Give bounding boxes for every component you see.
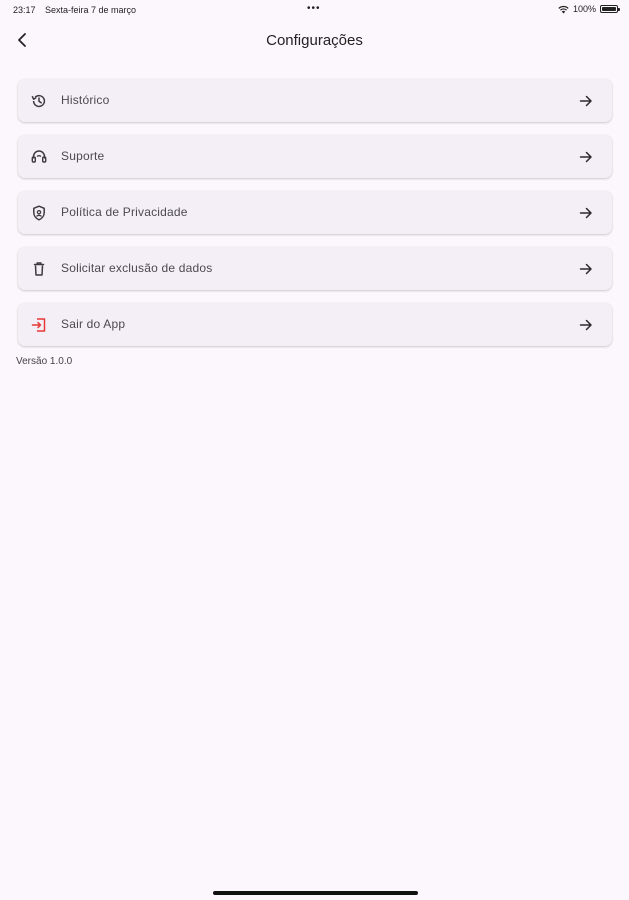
- menu-item-label: Solicitar exclusão de dados: [61, 261, 213, 275]
- arrow-right-icon: [579, 207, 592, 219]
- menu-item-label: Histórico: [61, 93, 110, 107]
- app-version: Versão 1.0.0: [16, 356, 73, 367]
- page-title: Configurações: [266, 32, 363, 49]
- menu-item-exclusao-dados[interactable]: Solicitar exclusão de dados: [18, 247, 612, 290]
- arrow-right-icon: [579, 263, 592, 275]
- menu-item-politica-privacidade[interactable]: Política de Privacidade: [18, 191, 612, 234]
- support-icon: [31, 150, 47, 163]
- menu-item-label: Sair do App: [61, 317, 126, 331]
- status-date: Sexta-feira 7 de março: [45, 5, 137, 15]
- menu-item-suporte[interactable]: Suporte: [18, 135, 612, 178]
- status-right: 100%: [558, 4, 620, 14]
- menu-item-label: Política de Privacidade: [61, 205, 188, 219]
- wifi-icon: [558, 5, 569, 13]
- home-indicator[interactable]: [213, 891, 418, 895]
- arrow-right-icon: [579, 151, 592, 163]
- menu-item-historico[interactable]: Histórico: [18, 79, 612, 122]
- history-icon: [31, 94, 46, 108]
- battery-icon: [600, 5, 620, 13]
- trash-icon: [33, 262, 45, 276]
- logout-icon: [31, 318, 46, 332]
- menu-item-label: Suporte: [61, 149, 105, 163]
- settings-menu: Histórico Suporte Política de Privacidad…: [18, 79, 612, 359]
- menu-item-sair-app[interactable]: Sair do App: [18, 303, 612, 346]
- battery-percentage: 100%: [572, 4, 596, 14]
- status-time: 23:17: [13, 5, 36, 15]
- status-bar: 23:17 Sexta-feira 7 de março ••• 100%: [0, 0, 629, 18]
- arrow-right-icon: [579, 319, 592, 331]
- arrow-right-icon: [579, 95, 592, 107]
- privacy-shield-icon: [33, 205, 45, 221]
- multitasking-dots[interactable]: •••: [307, 3, 321, 14]
- app-header: Configurações: [0, 25, 629, 57]
